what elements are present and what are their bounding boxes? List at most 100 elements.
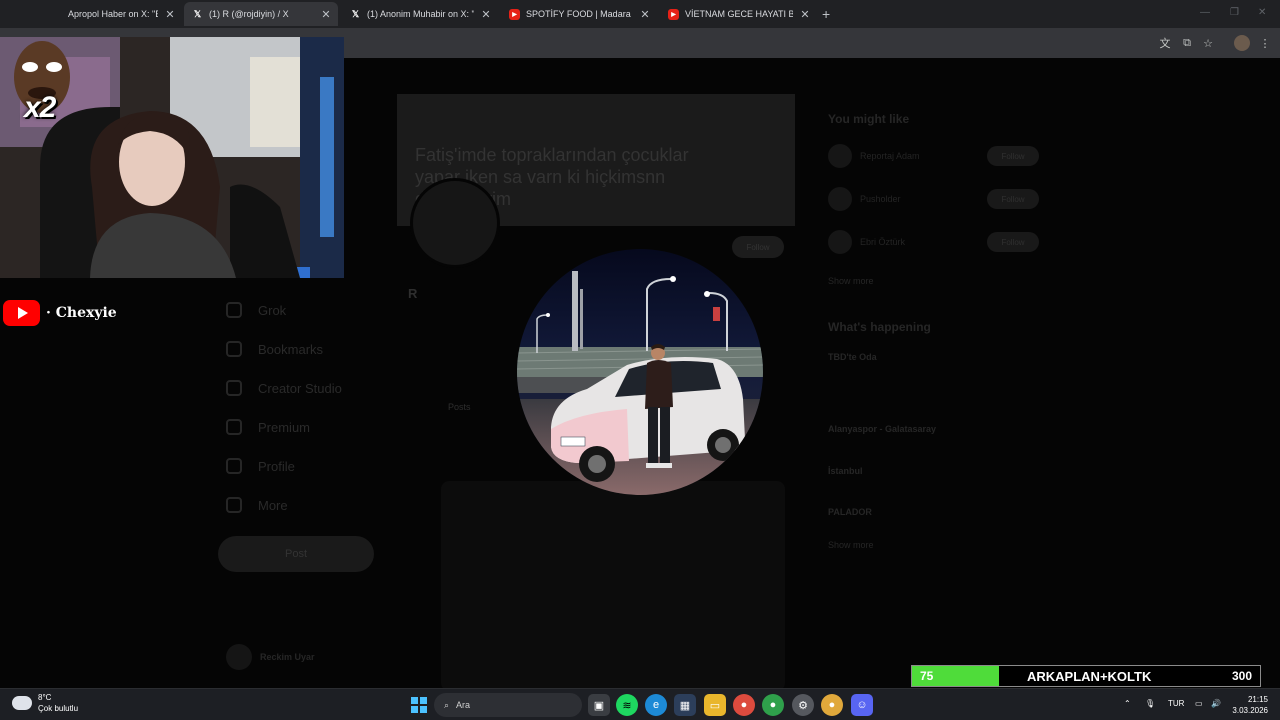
bookmark-star-icon[interactable]: ☆ (1200, 35, 1216, 51)
nav-more[interactable]: More (226, 497, 288, 513)
trend-item[interactable]: TBD'te Oda (828, 352, 877, 362)
task-view-icon[interactable]: ▣ (588, 694, 610, 716)
microphone-icon[interactable]: 🎙 (1145, 699, 1155, 708)
translate-icon[interactable]: 文 (1157, 35, 1173, 51)
chrome-profile-icon[interactable]: ● (762, 694, 784, 716)
settings-gear-icon[interactable]: ⚙ (792, 694, 814, 716)
nav-label: Bookmarks (258, 341, 324, 357)
tab-title: Apropol Haber on X: "Bir iş (68, 9, 158, 19)
nav-creator-studio[interactable]: Creator Studio (226, 380, 342, 396)
account-switcher[interactable]: Reckim Uyar (226, 644, 315, 670)
chrome-icon[interactable]: ● (733, 694, 755, 716)
browser-tab[interactable]: 𝕏 (1) Anonim Muhabir on X: "İki k ✕ (342, 2, 498, 26)
clock-date: 3.03.2026 (1232, 706, 1268, 715)
weather-widget[interactable]: 8°C Çok bulutlu (12, 692, 78, 714)
x-logo-icon (226, 419, 242, 435)
file-explorer-icon[interactable]: ▭ (704, 694, 726, 716)
profile-picture[interactable] (410, 178, 500, 268)
spotify-icon[interactable]: ≋ (616, 694, 638, 716)
youtube-icon (3, 300, 40, 326)
cloudy-weather-icon (12, 696, 32, 710)
suggestion-row[interactable]: Pusholder (828, 187, 901, 211)
store-icon[interactable]: ▦ (674, 694, 696, 716)
post-media[interactable] (441, 481, 785, 688)
webcam-overlay: x2 (0, 37, 344, 278)
close-tab-icon[interactable]: ✕ (164, 8, 176, 21)
show-more-link[interactable]: Show more (828, 276, 874, 286)
nav-label: Creator Studio (258, 380, 342, 396)
volume-icon[interactable]: 🔊 (1211, 699, 1221, 708)
edge-icon[interactable]: e (645, 694, 667, 716)
car-night-photo (517, 249, 763, 495)
you-might-like-heading: You might like (828, 112, 910, 126)
goal-current: 75 (920, 669, 934, 683)
nav-profile[interactable]: Profile (226, 458, 295, 474)
trend-item[interactable]: Alanyaspor - Galatasaray (828, 424, 936, 434)
avatar (828, 144, 852, 168)
search-icon: ⌕ (444, 699, 450, 710)
avatar (828, 187, 852, 211)
system-clock[interactable]: 21:15 3.03.2026 (1232, 694, 1268, 716)
close-tab-icon[interactable]: ✕ (639, 8, 651, 21)
close-window-icon[interactable]: ✕ (1258, 7, 1266, 18)
avatar (828, 230, 852, 254)
show-hidden-icons-chevron-up-icon[interactable]: ⌃ (1124, 699, 1131, 708)
grok-icon (226, 302, 242, 318)
suggestion-name: Pusholder (860, 194, 901, 204)
nav-grok[interactable]: Grok (226, 302, 286, 318)
tab-title: SPOTİFY FOOD | Madara Olduk (526, 9, 633, 19)
nav-bookmarks[interactable]: Bookmarks (226, 341, 323, 357)
clock-time: 21:15 (1247, 695, 1268, 704)
close-tab-icon[interactable]: ✕ (799, 8, 811, 21)
follow-button[interactable]: Follow (732, 236, 784, 258)
tab-title: VİETNAM GECE HAYATI BENİ Ç (685, 9, 793, 19)
suggestion-name: Reportaj Adam (860, 151, 920, 161)
network-icon[interactable]: ▭ (1195, 699, 1203, 708)
more-icon (226, 497, 242, 513)
taskbar-search[interactable]: ⌕ Ara (434, 693, 582, 717)
avatar (226, 644, 252, 670)
show-more-link[interactable]: Show more (828, 540, 874, 550)
tab-posts[interactable]: Posts (448, 402, 471, 412)
browser-tab-active[interactable]: 𝕏 (1) R (@rojdiyin) / X ✕ (184, 2, 338, 26)
new-tab-button[interactable]: + (822, 6, 830, 22)
follow-button[interactable]: Follow (987, 189, 1039, 209)
profile-name: R (408, 286, 418, 301)
weather-temp: 8°C (38, 693, 52, 702)
donation-goal-bar: 75 ARKAPLAN+KOLTK 300 (911, 665, 1261, 687)
trend-item[interactable]: İstanbul (828, 466, 863, 476)
browser-tab-strip: Apropol Haber on X: "Bir iş ✕ 𝕏 (1) R (@… (0, 0, 1280, 28)
browser-tab[interactable]: ▶ VİETNAM GECE HAYATI BENİ Ç ✕ (660, 2, 817, 26)
youtube-channel-badge: · Chexyie (3, 300, 117, 326)
suggestion-row[interactable]: Ebri Öztürk (828, 230, 905, 254)
close-tab-icon[interactable]: ✕ (320, 8, 332, 21)
close-tab-icon[interactable]: ✕ (480, 8, 492, 21)
tab-title: (1) R (@rojdiyin) / X (209, 9, 289, 19)
windows-start-icon[interactable] (408, 694, 430, 716)
post-button[interactable]: Post (218, 536, 374, 572)
nav-label: Profile (258, 458, 295, 474)
minimize-icon[interactable]: — (1200, 7, 1210, 18)
discord-icon[interactable]: ☺ (851, 694, 873, 716)
trend-item[interactable]: PALADOR (828, 507, 872, 517)
windows-taskbar: 8°C Çok bulutlu ⌕ Ara ▣ ≋ e ▦ ▭ ● ● ⚙ ● … (0, 688, 1280, 720)
creator-icon (226, 380, 242, 396)
browser-tab[interactable]: ▶ SPOTİFY FOOD | Madara Olduk ✕ (501, 2, 657, 26)
menu-kebab-icon[interactable]: ⋮ (1257, 35, 1273, 51)
restore-icon[interactable]: ❐ (1230, 7, 1239, 18)
x-icon: 𝕏 (193, 8, 202, 19)
profile-avatar-icon[interactable] (1234, 35, 1250, 51)
browser-tab[interactable]: Apropol Haber on X: "Bir iş ✕ (60, 2, 182, 26)
goal-target: 300 (1231, 669, 1252, 683)
input-language[interactable]: TUR (1168, 699, 1184, 708)
install-app-icon[interactable]: ⧉ (1179, 35, 1195, 51)
follow-button[interactable]: Follow (987, 146, 1039, 166)
nav-premium[interactable]: Premium (226, 419, 310, 435)
nav-label: Grok (258, 302, 287, 318)
chrome-active-icon[interactable]: ● (821, 694, 843, 716)
suggestion-row[interactable]: Reportaj Adam (828, 144, 920, 168)
follow-button[interactable]: Follow (987, 232, 1039, 252)
nav-label: More (258, 497, 288, 513)
profile-photo-enlarged (517, 249, 763, 495)
search-placeholder: Ara (456, 700, 471, 710)
